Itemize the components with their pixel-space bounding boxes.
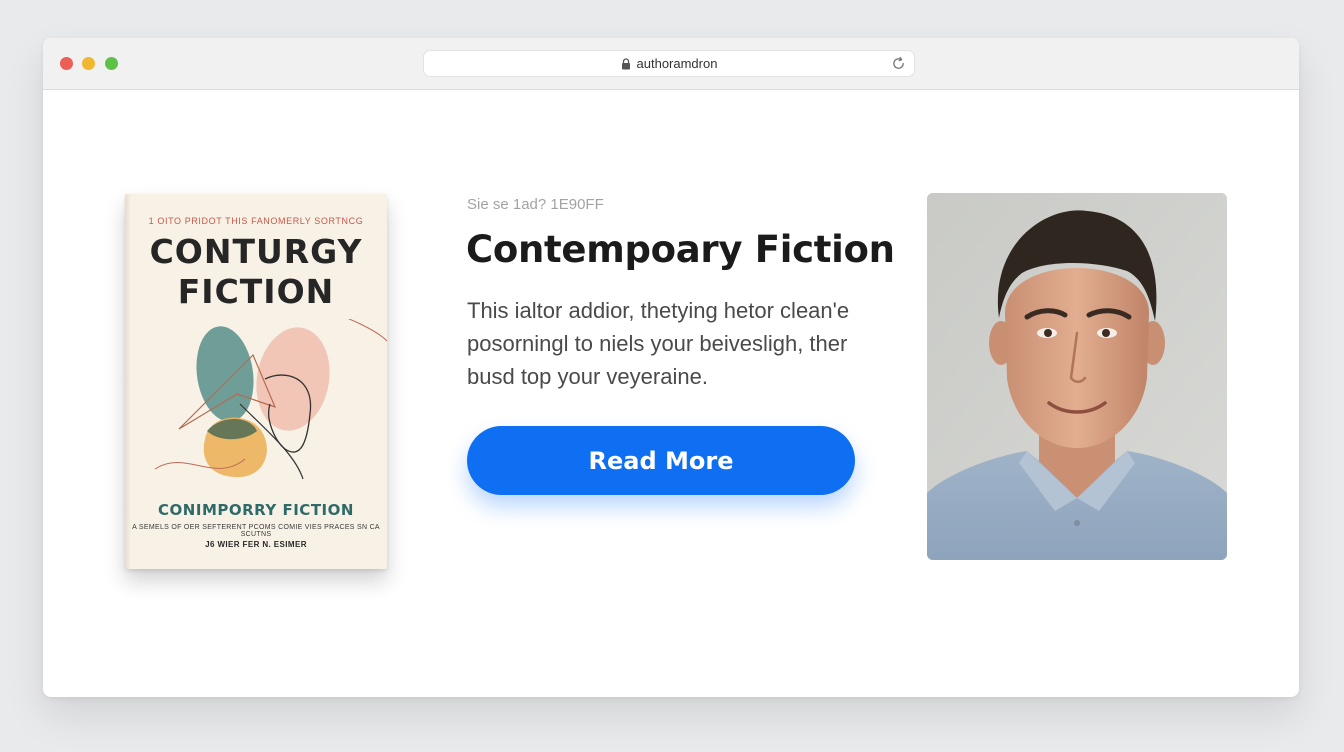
browser-titlebar: authoramdron bbox=[43, 38, 1299, 90]
author-photo bbox=[927, 193, 1227, 560]
description-line: This ialtor addior, thetying hetor clean… bbox=[467, 298, 850, 323]
book-title-line2: FICTION bbox=[177, 272, 335, 311]
book-title-line1: CONTURGY bbox=[149, 232, 363, 271]
browser-window: authoramdron 1 OITO PRIDOT THIS FANOMERL… bbox=[43, 38, 1299, 697]
book-tagline: A SEMELS OF OER SEFTERENT PCOMS COMIE VI… bbox=[132, 524, 380, 538]
url-text: authoramdron bbox=[636, 56, 718, 71]
author-portrait-illustration bbox=[927, 193, 1227, 560]
book-top-line: 1 OITO PRIDOT THIS FANOMERLY SORTNCG bbox=[148, 216, 364, 226]
page-title: Contempoary Fiction bbox=[466, 228, 895, 271]
description-text: This ialtor addior, thetying hetor clean… bbox=[467, 294, 887, 393]
address-bar[interactable]: authoramdron bbox=[423, 50, 915, 77]
book-cover[interactable]: 1 OITO PRIDOT THIS FANOMERLY SORTNCG CON… bbox=[125, 194, 387, 569]
description-line: posorningl to niels your beivesligh, the… bbox=[467, 331, 848, 356]
book-author: J6 WIER FER N. ESIMER bbox=[205, 540, 307, 549]
eyebrow-text: Sie se 1ad? 1E90FF bbox=[467, 196, 604, 213]
reload-icon[interactable] bbox=[891, 56, 906, 71]
close-window-button[interactable] bbox=[60, 57, 73, 70]
description-line: busd top your veyeraine. bbox=[467, 364, 708, 389]
zoom-window-button[interactable] bbox=[105, 57, 118, 70]
book-subtitle: CONIMPORRY FICTION bbox=[158, 501, 354, 519]
minimize-window-button[interactable] bbox=[82, 57, 95, 70]
lock-icon bbox=[621, 57, 630, 69]
read-more-button[interactable]: Read More bbox=[467, 426, 855, 495]
book-cover-art bbox=[154, 319, 387, 480]
